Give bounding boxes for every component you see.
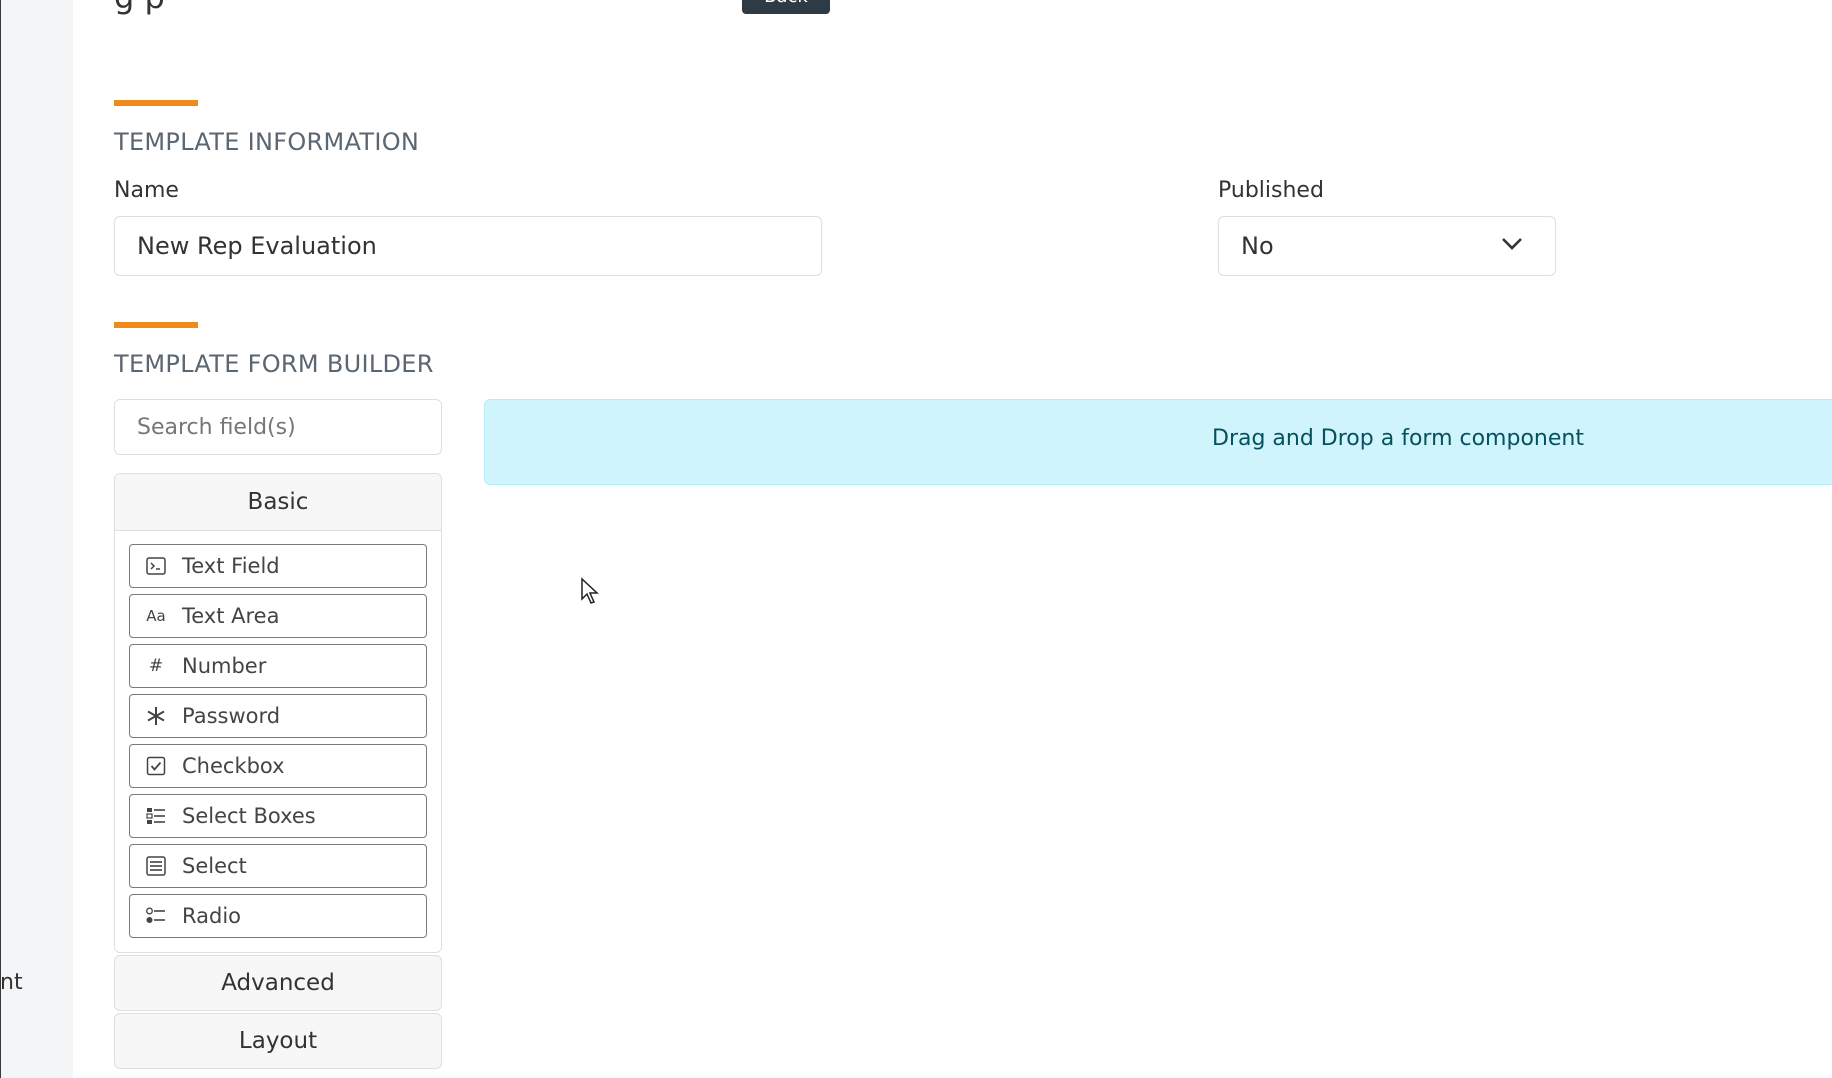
check-square-icon <box>144 754 168 778</box>
advanced-group-header[interactable]: Advanced <box>114 955 442 1011</box>
component-label: Select Boxes <box>182 804 316 828</box>
component-text-field[interactable]: Text Field <box>129 544 427 588</box>
published-label: Published <box>1218 178 1324 203</box>
basic-components-panel: Basic Text Field Aa Text Area # Number P… <box>114 473 442 953</box>
component-number[interactable]: # Number <box>129 644 427 688</box>
published-select[interactable]: No <box>1218 216 1556 276</box>
search-fields-input[interactable]: Search field(s) <box>114 399 442 455</box>
search-placeholder: Search field(s) <box>137 414 296 440</box>
font-icon: Aa <box>146 607 166 625</box>
layout-group-header[interactable]: Layout <box>114 1013 442 1069</box>
asterisk-icon <box>144 704 168 728</box>
name-label: Name <box>114 178 179 203</box>
basic-group-header[interactable]: Basic <box>115 474 441 531</box>
chevron-down-icon <box>1502 238 1522 250</box>
left-sidebar <box>0 0 73 1078</box>
component-password[interactable]: Password <box>129 694 427 738</box>
mouse-cursor-icon <box>581 577 599 604</box>
component-label: Text Area <box>182 604 280 628</box>
terminal-icon <box>144 554 168 578</box>
component-radio[interactable]: Radio <box>129 894 427 938</box>
component-label: Text Field <box>182 554 280 578</box>
component-select-boxes[interactable]: Select Boxes <box>129 794 427 838</box>
section-accent-bar <box>114 322 198 328</box>
component-label: Number <box>182 654 267 678</box>
form-drop-zone[interactable]: Drag and Drop a form component <box>484 399 1832 485</box>
name-input[interactable]: New Rep Evaluation <box>114 216 822 276</box>
drop-zone-text: Drag and Drop a form component <box>1212 426 1584 451</box>
checklist-icon <box>144 804 168 828</box>
component-select[interactable]: Select <box>129 844 427 888</box>
component-label: Radio <box>182 904 242 928</box>
name-input-value: New Rep Evaluation <box>137 232 377 260</box>
component-label: Password <box>182 704 281 728</box>
back-button[interactable]: Back <box>742 0 830 14</box>
radio-list-icon <box>144 904 168 928</box>
component-label: Select <box>182 854 247 878</box>
page-title: g p <box>114 0 165 16</box>
component-label: Checkbox <box>182 754 285 778</box>
hash-icon: # <box>148 656 164 676</box>
section-accent-bar <box>114 100 198 106</box>
published-select-value: No <box>1241 232 1274 260</box>
template-form-builder-title: TEMPLATE FORM BUILDER <box>114 350 434 378</box>
sidebar-partial-label[interactable]: nt <box>0 970 23 995</box>
component-text-area[interactable]: Aa Text Area <box>129 594 427 638</box>
list-box-icon <box>144 854 168 878</box>
template-information-title: TEMPLATE INFORMATION <box>114 128 420 156</box>
component-checkbox[interactable]: Checkbox <box>129 744 427 788</box>
